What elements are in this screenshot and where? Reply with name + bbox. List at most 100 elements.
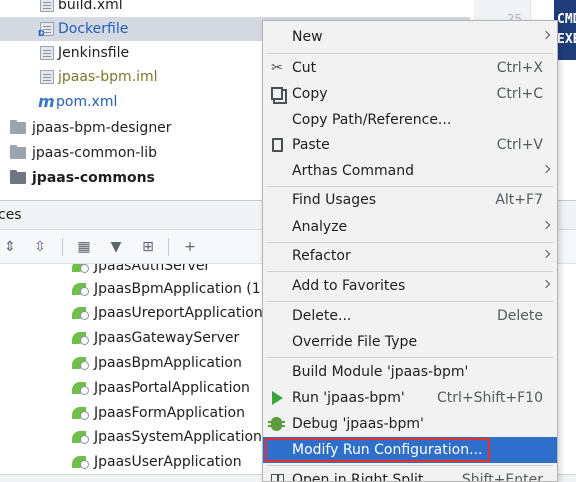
menu-item-find-usages[interactable]: Find Usages Alt+F7 bbox=[263, 187, 557, 213]
service-label: JpaasBpmApplication (1) bbox=[94, 281, 267, 297]
menu-item-delete[interactable]: Delete... Delete bbox=[263, 303, 557, 329]
service-label: JpaasAuthServer bbox=[94, 264, 211, 274]
service-label: JpaasFormApplication bbox=[94, 405, 245, 421]
tree-item-label: build.xml bbox=[58, 0, 123, 13]
menu-item-label: Add to Favorites bbox=[292, 278, 406, 294]
submenu-arrow-icon bbox=[541, 220, 551, 230]
toolbar-separator bbox=[168, 238, 169, 256]
spring-boot-icon bbox=[72, 405, 89, 421]
new-tab-icon[interactable]: ⊞ bbox=[138, 237, 158, 257]
menu-item-shortcut: Ctrl+X bbox=[496, 60, 543, 76]
service-label: JpaasPortalApplication bbox=[94, 380, 250, 396]
menu-item-label: Find Usages bbox=[292, 192, 377, 208]
menu-item-debug[interactable]: Debug 'jpaas-bpm' bbox=[263, 411, 557, 437]
tree-item-build-xml[interactable]: build.xml bbox=[0, 0, 470, 17]
toolbar-separator bbox=[62, 238, 63, 256]
submenu-arrow-icon bbox=[541, 249, 551, 259]
split-icon bbox=[269, 472, 285, 481]
menu-item-label: New bbox=[292, 29, 323, 45]
menu-separator bbox=[267, 465, 553, 466]
menu-item-override-file-type[interactable]: Override File Type bbox=[263, 329, 557, 355]
menu-item-add-to-favorites[interactable]: Add to Favorites bbox=[263, 273, 557, 299]
run-icon bbox=[269, 390, 285, 406]
tree-item-label: jpaas-bpm-designer bbox=[32, 120, 172, 136]
menu-item-modify-run-configuration[interactable]: Modify Run Configuration... bbox=[263, 437, 557, 463]
menu-item-copy-path[interactable]: Copy Path/Reference... bbox=[263, 107, 557, 133]
text-file-icon bbox=[40, 46, 54, 60]
menu-item-shortcut: Ctrl+Shift+F10 bbox=[436, 390, 543, 406]
menu-item-label: Run 'jpaas-bpm' bbox=[292, 390, 405, 406]
menu-item-build-module[interactable]: Build Module 'jpaas-bpm' bbox=[263, 359, 557, 385]
menu-item-label: Cut bbox=[292, 60, 317, 76]
spring-boot-icon bbox=[72, 281, 89, 297]
menu-separator bbox=[267, 271, 553, 272]
tree-item-label: jpaas-common-lib bbox=[32, 145, 157, 161]
spring-boot-icon bbox=[72, 454, 89, 470]
menu-item-shortcut: Alt+F7 bbox=[495, 192, 543, 208]
submenu-arrow-icon bbox=[541, 164, 551, 174]
menu-item-analyze[interactable]: Analyze bbox=[263, 214, 557, 240]
menu-item-refactor[interactable]: Refactor bbox=[263, 243, 557, 269]
spring-boot-icon bbox=[72, 429, 89, 445]
module-folder-icon bbox=[10, 170, 26, 184]
menu-item-label: Copy bbox=[292, 86, 328, 102]
menu-item-new[interactable]: New bbox=[263, 24, 557, 50]
menu-item-cut[interactable]: ✂ Cut Ctrl+X bbox=[263, 55, 557, 81]
service-label: JpaasUserApplication bbox=[94, 454, 242, 470]
menu-separator bbox=[267, 357, 553, 358]
menu-item-shortcut: Ctrl+V bbox=[496, 137, 543, 153]
spring-boot-icon bbox=[72, 305, 89, 321]
menu-item-label: Arthas Command bbox=[292, 163, 414, 179]
menu-item-copy[interactable]: Copy Ctrl+C bbox=[263, 81, 557, 107]
submenu-arrow-icon bbox=[541, 30, 551, 40]
menu-item-label: Analyze bbox=[292, 219, 348, 235]
service-label: JpaasGatewayServer bbox=[94, 330, 240, 346]
spring-boot-icon bbox=[72, 355, 89, 371]
copy-icon bbox=[269, 86, 285, 102]
module-file-icon bbox=[40, 70, 54, 84]
ant-build-file-icon bbox=[40, 0, 54, 12]
service-label: JpaasUreportApplication bbox=[94, 305, 263, 321]
folder-icon bbox=[10, 120, 26, 134]
service-label: JpaasSystemApplication bbox=[94, 429, 262, 445]
menu-item-label: Delete... bbox=[292, 308, 352, 324]
scissors-icon: ✂ bbox=[271, 60, 283, 76]
menu-item-label: Paste bbox=[292, 137, 330, 153]
tree-item-label: jpaas-bpm.iml bbox=[58, 69, 158, 85]
tree-item-label: pom.xml bbox=[56, 94, 118, 110]
filter-icon[interactable]: ▼ bbox=[106, 237, 126, 257]
spring-boot-icon bbox=[72, 330, 89, 346]
tree-item-label: Dockerfile bbox=[58, 21, 129, 37]
context-menu: New ✂ Cut Ctrl+X Copy Ctrl+C Copy Path/R… bbox=[262, 20, 558, 482]
menu-item-run[interactable]: Run 'jpaas-bpm' Ctrl+Shift+F10 bbox=[263, 385, 557, 411]
docker-file-icon: D bbox=[38, 22, 54, 38]
expand-all-icon[interactable]: ⇕ bbox=[0, 237, 20, 257]
menu-item-label: Build Module 'jpaas-bpm' bbox=[292, 364, 469, 380]
menu-item-shortcut: Ctrl+C bbox=[496, 86, 543, 102]
service-label: JpaasBpmApplication bbox=[94, 355, 242, 371]
menu-separator bbox=[267, 53, 553, 54]
menu-item-paste[interactable]: Paste Ctrl+V bbox=[263, 132, 557, 158]
debug-icon bbox=[268, 416, 285, 432]
menu-separator bbox=[267, 301, 553, 302]
group-icon[interactable]: ▦ bbox=[74, 237, 94, 257]
panel-title: ces bbox=[0, 207, 22, 223]
tree-item-label: Jenkinsfile bbox=[58, 45, 130, 61]
maven-file-icon: m bbox=[38, 92, 55, 111]
menu-item-label: Open in Right Split bbox=[292, 472, 424, 482]
menu-item-shortcut: Delete bbox=[497, 308, 543, 324]
add-icon[interactable]: + bbox=[180, 237, 200, 257]
tree-item-label: jpaas-commons bbox=[32, 170, 155, 186]
spring-boot-icon bbox=[72, 380, 89, 396]
menu-item-open-right-split[interactable]: Open in Right Split Shift+Enter bbox=[263, 467, 557, 482]
menu-item-label: Copy Path/Reference... bbox=[292, 112, 452, 128]
spring-boot-icon bbox=[72, 264, 89, 274]
menu-item-shortcut: Shift+Enter bbox=[461, 472, 543, 482]
menu-item-label: Refactor bbox=[292, 248, 351, 264]
clipboard-icon bbox=[269, 137, 285, 153]
menu-item-label: Override File Type bbox=[292, 334, 418, 350]
menu-item-arthas[interactable]: Arthas Command bbox=[263, 158, 557, 184]
collapse-all-icon[interactable]: ⇳ bbox=[30, 237, 50, 257]
menu-item-label: Debug 'jpaas-bpm' bbox=[292, 416, 424, 432]
menu-item-label: Modify Run Configuration... bbox=[292, 442, 483, 458]
